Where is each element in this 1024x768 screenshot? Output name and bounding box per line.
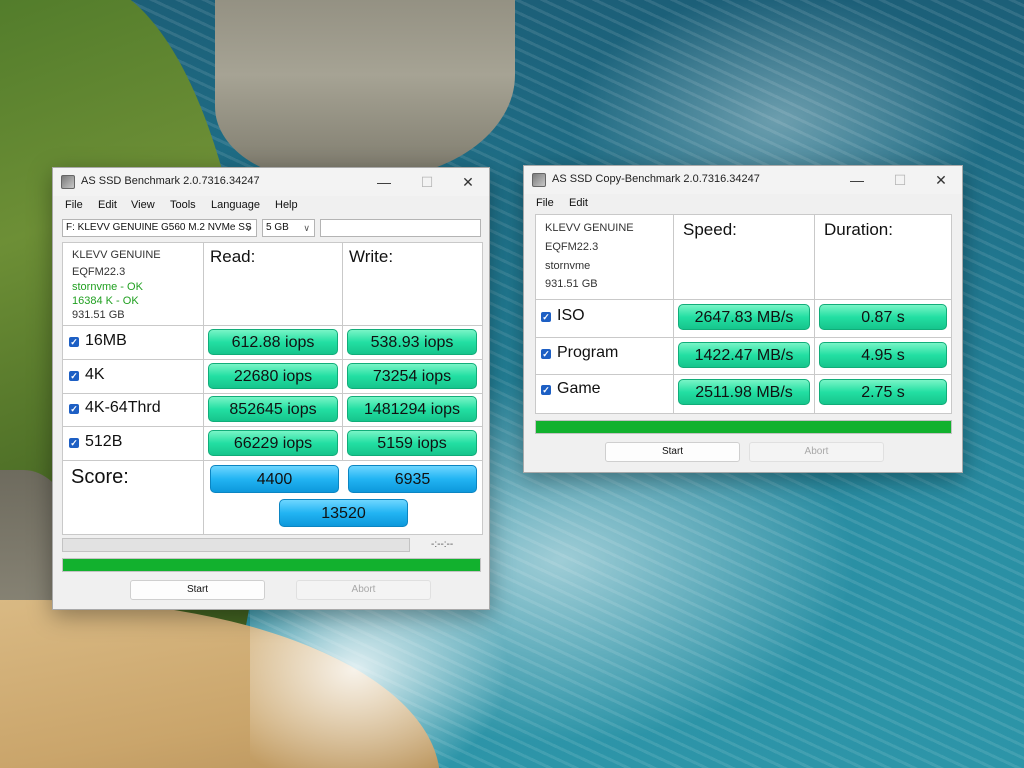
drive-model: KLEVV GENUINE [545, 222, 634, 234]
read-result-16mb: 612.88 iops [208, 329, 338, 355]
menu-file[interactable]: File [65, 199, 83, 211]
checkbox-4k-64thrd[interactable]: ✓ [69, 404, 79, 414]
sea-foam [250, 590, 510, 768]
size-select[interactable]: 5 GB ∨ [262, 219, 315, 237]
menu-edit[interactable]: Edit [569, 197, 588, 209]
drive-capacity: 931.51 GB [545, 278, 598, 290]
benchmark-titlebar[interactable]: AS SSD Benchmark 2.0.7316.34247 — ☐ ✕ [53, 168, 489, 196]
write-result-16mb: 538.93 iops [347, 329, 477, 355]
duration-result-iso: 0.87 s [819, 304, 947, 330]
checkbox-program[interactable]: ✓ [541, 349, 551, 359]
row-label-iso: ISO [557, 307, 585, 324]
score-total: 13520 [279, 499, 408, 527]
close-button[interactable]: ✕ [922, 169, 960, 191]
elapsed-time: -:--:-- [431, 539, 454, 550]
notes-textbox[interactable] [320, 219, 481, 237]
copy-benchmark-window: AS SSD Copy-Benchmark 2.0.7316.34247 — ☐… [523, 165, 963, 473]
size-select-value: 5 GB [266, 222, 289, 233]
menu-edit[interactable]: Edit [98, 199, 117, 211]
read-result-4k: 22680 iops [208, 363, 338, 389]
read-result-512b: 66229 iops [208, 430, 338, 456]
speed-result-program: 1422.47 MB/s [678, 342, 810, 368]
window-title: AS SSD Benchmark 2.0.7316.34247 [81, 175, 260, 187]
driver-status: stornvme - OK [72, 281, 143, 293]
maximize-button[interactable]: ☐ [881, 169, 919, 191]
start-button[interactable]: Start [130, 580, 265, 600]
drive-select[interactable]: F: KLEVV GENUINE G560 M.2 NVMe SS ∨ [62, 219, 257, 237]
app-icon [61, 175, 75, 189]
checkbox-512b[interactable]: ✓ [69, 438, 79, 448]
speed-result-game: 2511.98 MB/s [678, 379, 810, 405]
row-label-4k: 4K [85, 366, 105, 383]
alignment-status: 16384 K - OK [72, 295, 139, 307]
duration-result-game: 2.75 s [819, 379, 947, 405]
overall-progress-fill [63, 559, 480, 571]
menu-help[interactable]: Help [275, 199, 298, 211]
write-result-4k: 73254 iops [347, 363, 477, 389]
checkbox-iso[interactable]: ✓ [541, 312, 551, 322]
write-header: Write: [349, 247, 394, 266]
abort-button[interactable]: Abort [749, 442, 884, 462]
read-result-4k-64thrd: 852645 iops [208, 396, 338, 422]
row-label-program: Program [557, 344, 619, 361]
row-label-16mb: 16MB [85, 332, 127, 349]
minimize-button[interactable]: — [365, 171, 403, 193]
chevron-down-icon: ∨ [245, 223, 252, 233]
score-label: Score: [71, 466, 129, 488]
results-panel: KLEVV GENUINE EQFM22.3 stornvme - OK 163… [62, 242, 483, 535]
close-button[interactable]: ✕ [449, 171, 487, 193]
abort-button[interactable]: Abort [296, 580, 431, 600]
menubar: File Edit View Tools Language Help [53, 196, 489, 216]
drive-capacity: 931.51 GB [72, 309, 125, 321]
menu-file[interactable]: File [536, 197, 554, 209]
drive-firmware: EQFM22.3 [545, 241, 599, 253]
window-title: AS SSD Copy-Benchmark 2.0.7316.34247 [552, 173, 760, 185]
copy-progress-fill [536, 421, 951, 433]
speed-result-iso: 2647.83 MB/s [678, 304, 810, 330]
menu-language[interactable]: Language [211, 199, 260, 211]
maximize-button[interactable]: ☐ [408, 171, 446, 193]
duration-result-program: 4.95 s [819, 342, 947, 368]
copy-progress-track [535, 420, 952, 434]
drive-select-value: F: KLEVV GENUINE G560 M.2 NVMe SS [66, 222, 252, 233]
score-write: 6935 [348, 465, 477, 493]
checkbox-game[interactable]: ✓ [541, 385, 551, 395]
read-header: Read: [210, 247, 256, 266]
row-label-4k-64thrd: 4K-64Thrd [85, 399, 161, 416]
chevron-down-icon: ∨ [303, 223, 310, 233]
benchmark-window: AS SSD Benchmark 2.0.7316.34247 — ☐ ✕ Fi… [52, 167, 490, 610]
overall-progress-track [62, 558, 481, 572]
test-progress-track [62, 538, 410, 552]
menubar: File Edit [524, 194, 962, 214]
menu-tools[interactable]: Tools [170, 199, 196, 211]
row-label-game: Game [557, 380, 601, 397]
write-result-4k-64thrd: 1481294 iops [347, 396, 477, 422]
write-result-512b: 5159 iops [347, 430, 477, 456]
checkbox-16mb[interactable]: ✓ [69, 337, 79, 347]
copy-results-panel: KLEVV GENUINE EQFM22.3 stornvme 931.51 G… [535, 214, 952, 414]
drive-driver: stornvme [545, 260, 591, 272]
checkbox-4k[interactable]: ✓ [69, 371, 79, 381]
minimize-button[interactable]: — [838, 169, 876, 191]
menu-view[interactable]: View [131, 199, 155, 211]
drive-firmware: EQFM22.3 [72, 266, 126, 278]
drive-model: KLEVV GENUINE [72, 249, 161, 261]
score-read: 4400 [210, 465, 339, 493]
row-label-512b: 512B [85, 433, 123, 450]
copy-titlebar[interactable]: AS SSD Copy-Benchmark 2.0.7316.34247 — ☐… [524, 166, 962, 194]
app-icon [532, 173, 546, 187]
start-button[interactable]: Start [605, 442, 740, 462]
duration-header: Duration: [824, 220, 893, 239]
speed-header: Speed: [683, 220, 737, 239]
